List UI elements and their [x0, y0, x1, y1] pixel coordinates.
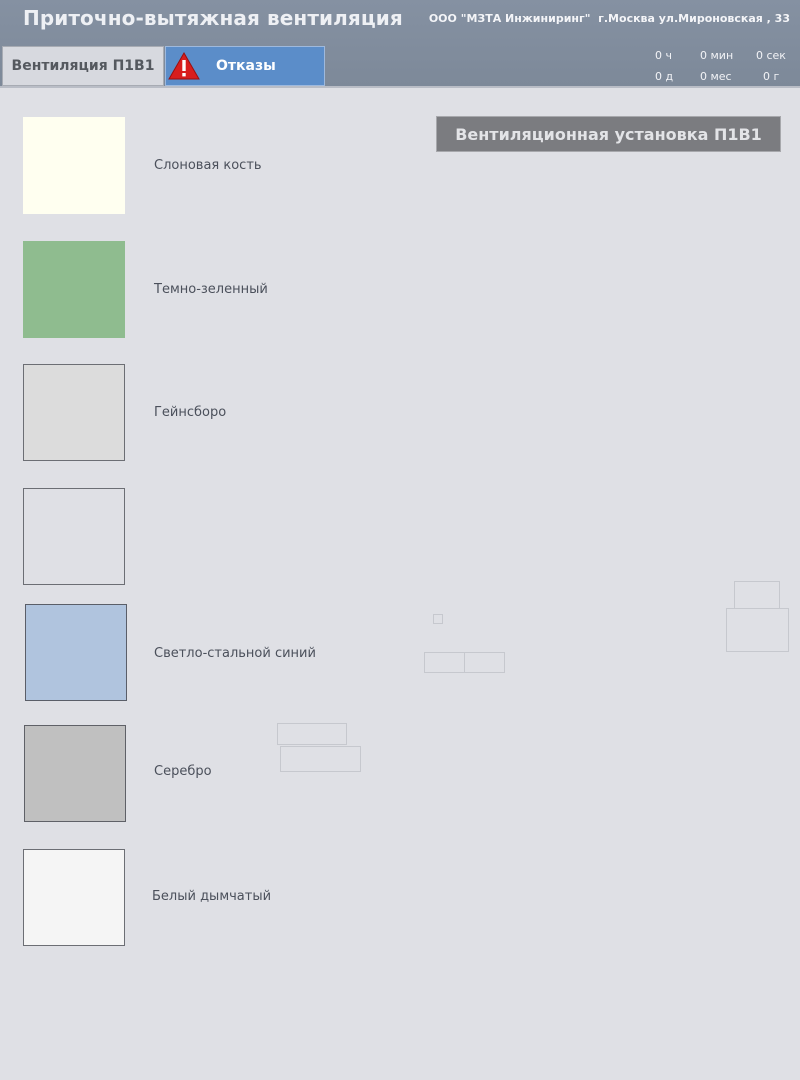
- swatch-ivory: [23, 117, 125, 214]
- company-info: ООО "МЗТА Инжиниринг" г.Москва ул.Мироно…: [428, 12, 790, 25]
- swatch-white-smoke: [23, 849, 125, 946]
- swatch-label-ivory: Слоновая кость: [154, 158, 262, 173]
- uptime-years: 0 г: [763, 70, 780, 83]
- uptime-hours: 0 ч: [655, 49, 672, 62]
- app-title: Приточно-вытяжная вентиляция: [23, 6, 403, 30]
- placeholder-field-1[interactable]: [277, 723, 347, 745]
- swatch-silver: [24, 725, 126, 822]
- tab-ventilation[interactable]: Вентиляция П1В1: [2, 46, 164, 86]
- warning-icon: [168, 51, 200, 80]
- tab-faults[interactable]: Отказы: [165, 46, 325, 86]
- swatch-label-dark-green: Темно-зеленный: [154, 282, 268, 297]
- swatch-label-silver: Серебро: [154, 764, 212, 779]
- placeholder-box-top[interactable]: [734, 581, 780, 609]
- uptime-minutes: 0 мин: [700, 49, 734, 62]
- swatch-light-steel-blue: [25, 604, 127, 701]
- uptime-months: 0 мес: [700, 70, 732, 83]
- swatch-gainsboro: [23, 364, 125, 461]
- swatch-label-white-smoke: Белый дымчатый: [152, 889, 272, 904]
- tab-ventilation-label: Вентиляция П1В1: [11, 58, 155, 74]
- placeholder-checkbox[interactable]: [433, 614, 443, 624]
- placeholder-button-right[interactable]: [464, 652, 505, 673]
- swatch-label-gainsboro: Гейнсборо: [154, 405, 227, 420]
- unit-title: Вентиляционная установка П1В1: [436, 116, 781, 152]
- uptime-seconds: 0 сек: [756, 49, 786, 62]
- placeholder-box-bottom[interactable]: [726, 608, 789, 652]
- swatch-label-light-steel-blue: Светло-стальной синий: [154, 646, 316, 661]
- swatch-unnamed: [23, 488, 125, 585]
- tab-faults-label: Отказы: [216, 58, 276, 74]
- placeholder-field-2[interactable]: [280, 746, 361, 772]
- header-bar: Приточно-вытяжная вентиляция ООО "МЗТА И…: [0, 0, 800, 88]
- swatch-dark-green: [23, 241, 125, 338]
- placeholder-button-left[interactable]: [424, 652, 465, 673]
- uptime-days: 0 д: [655, 70, 674, 83]
